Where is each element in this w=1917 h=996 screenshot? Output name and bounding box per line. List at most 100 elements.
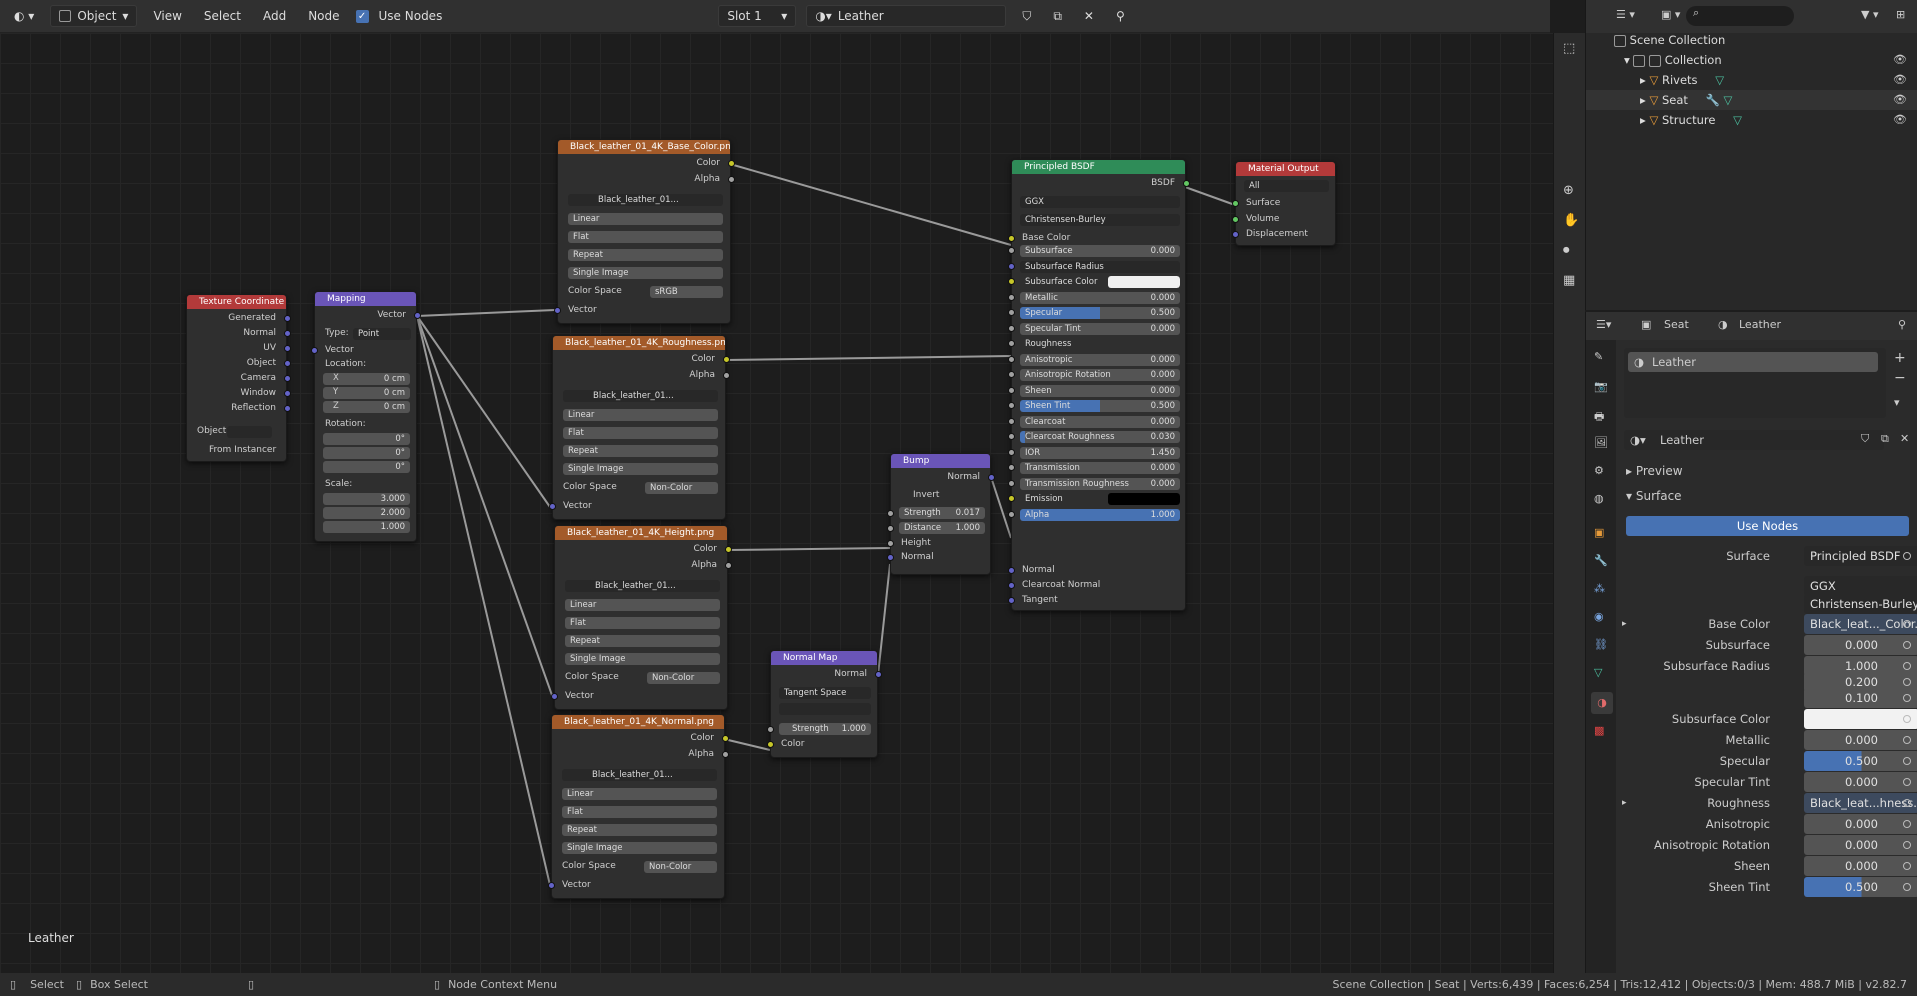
link-socket-icon[interactable] [1903, 736, 1911, 744]
socket[interactable] [1008, 582, 1015, 589]
socket[interactable] [284, 315, 291, 322]
collection-row[interactable]: ▾ Collection 👁 [1586, 50, 1917, 70]
node-editor-canvas[interactable]: Texture Coordinate Generated Normal UV O… [0, 33, 1553, 973]
socket[interactable] [725, 562, 732, 569]
link-socket-icon[interactable] [1903, 757, 1911, 765]
interpolation-dropdown[interactable]: Linear [565, 599, 720, 611]
socket[interactable] [1008, 371, 1015, 378]
interpolation-dropdown[interactable]: Linear [562, 788, 717, 800]
material-slot-item[interactable]: ◑ Leather [1628, 352, 1878, 372]
link-socket-icon[interactable] [1903, 820, 1911, 828]
socket[interactable] [1008, 464, 1015, 471]
socket[interactable] [284, 375, 291, 382]
socket[interactable] [1008, 448, 1015, 456]
chevron-down-icon[interactable]: ▾ [1894, 396, 1900, 409]
socket[interactable] [554, 307, 561, 314]
space-dropdown[interactable]: Tangent Space [779, 687, 871, 699]
view-layer-icon[interactable]: 🖼 [1594, 436, 1608, 449]
source-dropdown[interactable]: Single Image [562, 842, 717, 854]
outliner-item-structure[interactable]: ▸ ▽ Structure ▽ 👁 [1586, 110, 1917, 130]
texture-coordinate-node[interactable]: Texture Coordinate Generated Normal UV O… [186, 294, 291, 462]
bsdf-field[interactable]: Subsurface 0.000 [1020, 245, 1180, 257]
socket[interactable] [875, 671, 882, 678]
invert-checkbox[interactable]: Invert [891, 489, 990, 502]
expand-icon[interactable]: ▸ [1622, 614, 1627, 634]
bsdf-field[interactable]: Emission [1020, 493, 1180, 505]
scale-x[interactable]: 3.000 [323, 493, 410, 505]
source-dropdown[interactable]: Single Image [563, 463, 718, 475]
menu-select[interactable]: Select [198, 6, 247, 26]
socket[interactable] [722, 751, 729, 758]
property-value[interactable]: 0.000 [1804, 772, 1917, 792]
color-swatch[interactable] [1108, 276, 1180, 288]
subsurface-method-dropdown[interactable]: Christensen-Burley [1020, 214, 1180, 226]
tool-icon[interactable]: ✎ [1594, 350, 1603, 363]
extension-dropdown[interactable]: Repeat [563, 445, 718, 457]
use-nodes-checkbox[interactable]: ✓ [355, 9, 369, 23]
scene-collection-row[interactable]: Scene Collection [1586, 30, 1917, 50]
filter-view-icon[interactable]: ▣ ▾ [1661, 8, 1680, 21]
link-socket-icon[interactable] [1903, 641, 1911, 649]
menu-view[interactable]: View [147, 6, 187, 26]
menu-node[interactable]: Node [302, 6, 345, 26]
socket[interactable] [767, 726, 774, 733]
display-mode-icon[interactable]: ☰ ▾ [1616, 8, 1635, 21]
distance-field[interactable]: Distance 1.000 [899, 522, 985, 534]
socket[interactable] [722, 735, 729, 742]
socket[interactable] [723, 356, 730, 363]
eye-icon[interactable]: 👁 [1893, 110, 1907, 130]
socket[interactable] [1008, 417, 1015, 425]
expand-icon[interactable]: ▾ [1624, 53, 1630, 67]
socket[interactable] [767, 741, 774, 748]
fake-user-icon[interactable]: ⛉ [1861, 432, 1869, 446]
constraints-icon[interactable]: ⛓ [1594, 638, 1608, 651]
editor-type-icon[interactable]: ◐ ▾ [8, 6, 40, 26]
property-value[interactable]: GGX [1804, 576, 1917, 596]
socket[interactable] [1008, 278, 1015, 285]
filter-icon[interactable]: ▼ ▾ [1861, 8, 1878, 21]
modifier-icon[interactable]: 🔧 [1594, 554, 1608, 567]
socket[interactable] [1008, 324, 1015, 332]
mode-dropdown[interactable]: Object ▾ [50, 5, 138, 27]
expand-icon[interactable]: ▸ [1622, 793, 1627, 813]
close-icon[interactable]: ✕ [1900, 432, 1909, 445]
socket[interactable] [1232, 216, 1239, 223]
property-value[interactable]: Principled BSDF [1804, 546, 1917, 566]
bsdf-field[interactable]: IOR 1.450 [1020, 446, 1180, 459]
type-dropdown[interactable]: Point [353, 328, 411, 340]
link-socket-icon[interactable] [1903, 552, 1911, 560]
pan-icon[interactable]: ✋ [1563, 213, 1579, 228]
property-value[interactable]: 0.100 [1804, 688, 1917, 708]
hand-icon[interactable]: ⬚ [1563, 41, 1575, 56]
eye-icon[interactable]: 👁 [1893, 90, 1907, 110]
socket[interactable] [284, 330, 291, 337]
projection-dropdown[interactable]: Flat [562, 806, 717, 818]
target-dropdown[interactable]: All [1244, 180, 1329, 192]
property-value[interactable]: 0.000 [1804, 856, 1917, 876]
bsdf-field[interactable]: Sheen Tint 0.500 [1020, 400, 1180, 412]
distribution-dropdown[interactable]: GGX [1020, 196, 1180, 208]
property-value[interactable] [1804, 709, 1917, 729]
new-collection-icon[interactable]: ⊞ [1896, 8, 1905, 21]
socket[interactable] [1232, 200, 1239, 207]
property-value[interactable]: 0.500 [1804, 751, 1917, 771]
link-socket-icon[interactable] [1903, 841, 1911, 849]
color-space-dropdown[interactable]: sRGB [650, 286, 723, 298]
source-dropdown[interactable]: Single Image [568, 267, 723, 279]
link-socket-icon[interactable] [1903, 620, 1911, 628]
socket[interactable] [284, 390, 291, 397]
editor-type-icon[interactable]: ☰▾ [1596, 318, 1611, 331]
image-texture-base-color-node[interactable]: Black_leather_01_4K_Base_Color.png Color… [554, 139, 735, 324]
image-selector[interactable]: Black_leather_01... [565, 580, 720, 592]
rotation-y[interactable]: 0° [323, 447, 410, 459]
interpolation-dropdown[interactable]: Linear [568, 213, 723, 225]
scene-icon[interactable]: ⚙ [1594, 464, 1604, 477]
socket[interactable] [1008, 510, 1015, 518]
socket[interactable] [1008, 495, 1015, 502]
link-socket-icon[interactable] [1903, 678, 1911, 686]
color-space-dropdown[interactable]: Non-Color [644, 861, 717, 873]
bsdf-field[interactable]: Transmission Roughness 0.000 [1020, 477, 1180, 490]
socket[interactable] [1232, 231, 1239, 238]
property-value[interactable]: 0.500 [1804, 877, 1917, 897]
rotation-x[interactable]: 0° [323, 433, 410, 445]
